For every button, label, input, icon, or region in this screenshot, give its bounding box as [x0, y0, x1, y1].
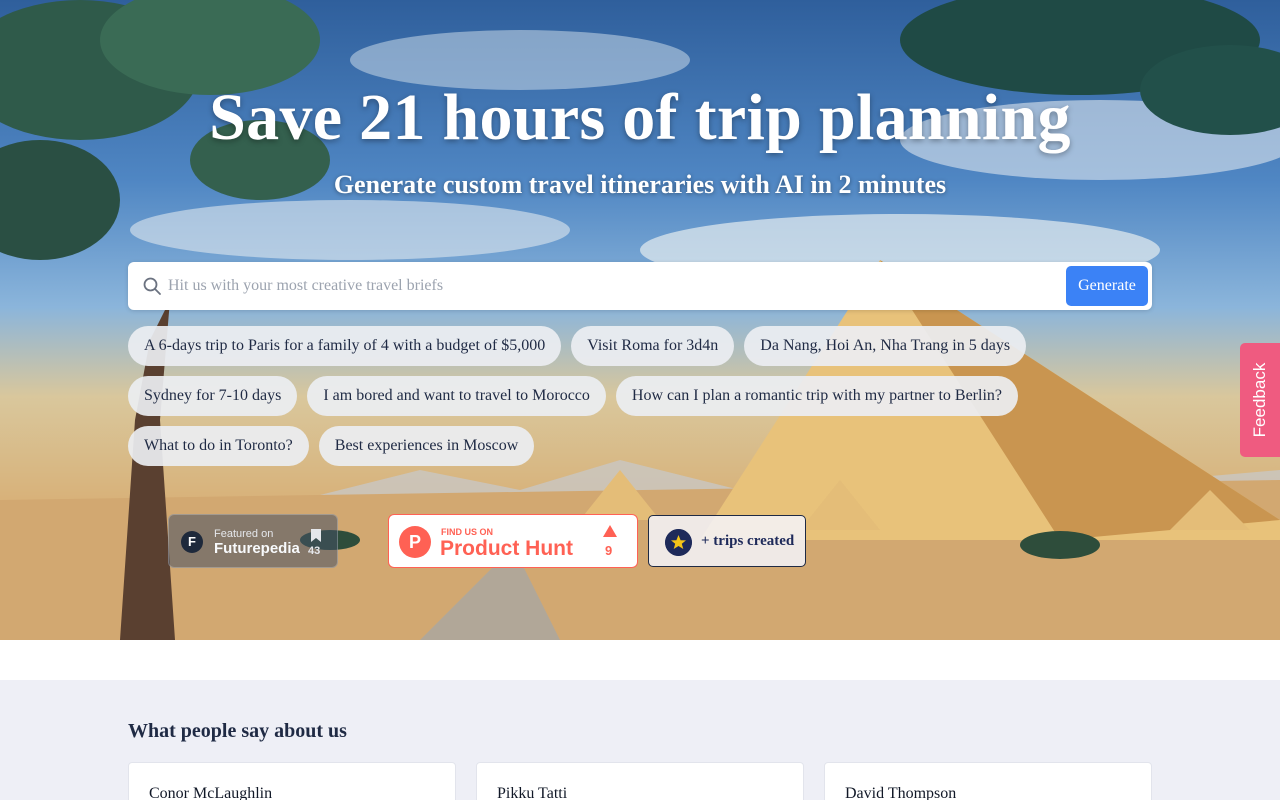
futurepedia-count: 43: [308, 545, 321, 557]
suggestion-row: A 6-days trip to Paris for a family of 4…: [128, 326, 1158, 366]
suggestion-chip[interactable]: What to do in Toronto?: [128, 426, 309, 466]
futurepedia-badge[interactable]: F Featured on Futurepedia 43: [168, 514, 338, 568]
product-hunt-count: 9: [605, 543, 613, 558]
suggestion-chip[interactable]: A 6-days trip to Paris for a family of 4…: [128, 326, 562, 366]
hero-section: Save 21 hours of trip planning Generate …: [0, 0, 1280, 640]
bookmark-icon: [311, 529, 321, 542]
upvote-arrow-icon: [603, 525, 617, 537]
feedback-label: Feedback: [1250, 362, 1269, 438]
product-hunt-title: Product Hunt: [440, 537, 573, 560]
search-bar: Generate: [128, 262, 1152, 310]
futurepedia-logo-icon: F: [181, 531, 203, 553]
testimonial-author: Pikku Tatti: [497, 785, 568, 800]
product-hunt-logo-icon: P: [399, 526, 431, 558]
testimonial-card: David Thompson: [824, 762, 1152, 800]
testimonials-title: What people say about us: [128, 720, 347, 742]
search-input[interactable]: [168, 268, 1048, 304]
trips-created-label: + trips created: [701, 533, 795, 549]
feedback-tab[interactable]: Feedback: [1240, 343, 1280, 457]
hero-title: Save 21 hours of trip planning: [209, 81, 1071, 154]
generate-button[interactable]: Generate: [1066, 266, 1148, 306]
hero-content: Save 21 hours of trip planning Generate …: [0, 0, 1280, 640]
suggestion-chip[interactable]: How can I plan a romantic trip with my p…: [615, 376, 1018, 416]
futurepedia-badge-small-text: Featured on: [214, 528, 274, 540]
suggestion-chips: A 6-days trip to Paris for a family of 4…: [128, 326, 1158, 476]
product-hunt-small-text: FIND US ON: [441, 527, 494, 537]
suggestion-chip[interactable]: Da Nang, Hoi An, Nha Trang in 5 days: [744, 326, 1027, 366]
star-icon: [665, 529, 692, 556]
product-hunt-badge[interactable]: P FIND US ON Product Hunt 9: [388, 514, 638, 568]
badges-row: F Featured on Futurepedia 43 P FIND US O…: [0, 514, 1280, 568]
testimonial-author: Conor McLaughlin: [149, 785, 273, 800]
suggestion-chip[interactable]: Sydney for 7-10 days: [128, 376, 298, 416]
futurepedia-badge-title: Futurepedia: [214, 540, 300, 557]
testimonial-card: Conor McLaughlin: [128, 762, 456, 800]
suggestion-chip[interactable]: I am bored and want to travel to Morocco: [307, 376, 606, 416]
testimonial-card: Pikku Tatti: [476, 762, 804, 800]
testimonials-section: What people say about us Conor McLaughli…: [0, 680, 1280, 800]
hero-subtitle: Generate custom travel itineraries with …: [333, 170, 947, 199]
search-icon: [143, 277, 161, 295]
suggestion-row: What to do in Toronto? Best experiences …: [128, 426, 1158, 466]
testimonial-author: David Thompson: [845, 785, 957, 800]
suggestion-chip[interactable]: Best experiences in Moscow: [318, 426, 535, 466]
suggestion-row: Sydney for 7-10 days I am bored and want…: [128, 376, 1158, 416]
suggestion-chip[interactable]: Visit Roma for 3d4n: [571, 326, 735, 366]
trips-created-badge: + trips created: [648, 515, 806, 567]
